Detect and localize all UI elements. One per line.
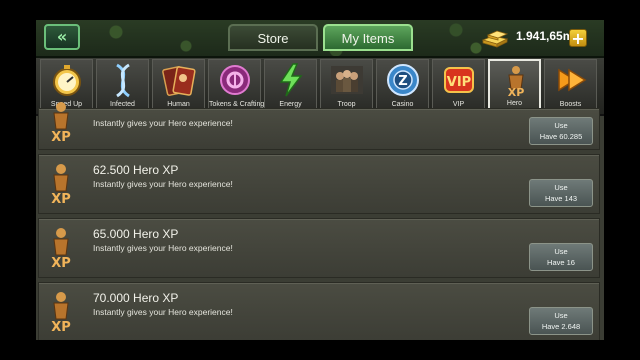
vip-icon: VIP	[444, 67, 474, 93]
item-description: Instantly gives your Hero experience!	[93, 307, 233, 317]
list-item: XP Instantly gives your Hero experience!…	[38, 102, 600, 150]
category-label: VIP	[452, 101, 465, 108]
gold-amount: 1.941,65m	[516, 29, 574, 43]
hero-xp-icon: XP	[51, 228, 71, 269]
use-label: Use	[554, 247, 568, 256]
svg-text:Z: Z	[398, 74, 407, 89]
have-count: Have 60.285	[539, 132, 583, 141]
hero-xp-icon: XP	[51, 102, 71, 143]
category-energy[interactable]: Energy	[264, 59, 317, 111]
use-label: Use	[554, 121, 568, 130]
category-vip[interactable]: VIP VIP	[432, 59, 485, 111]
token-icon	[220, 65, 250, 95]
category-label: Hero	[506, 100, 523, 107]
dna-icon	[116, 63, 130, 98]
category-troop[interactable]: Troop	[320, 59, 373, 111]
category-hero[interactable]: XP Hero	[488, 59, 541, 111]
use-label: Use	[554, 183, 568, 192]
svg-text:XP: XP	[51, 130, 71, 143]
category-label: Human	[167, 101, 190, 108]
game-screen: « Store My Items 1.941,65m + Speed Up In…	[36, 20, 604, 340]
hero-xp-icon: XP	[51, 292, 71, 333]
item-title: 65.000 Hero XP	[93, 227, 179, 241]
category-label: Energy	[279, 101, 302, 108]
cards-icon	[162, 66, 196, 96]
gold-bars-icon	[481, 30, 509, 48]
lightning-icon	[279, 63, 303, 97]
category-human[interactable]: Human	[152, 59, 205, 111]
category-label: Casino	[391, 101, 414, 108]
category-tokens-crafting[interactable]: Tokens & Crafting	[208, 59, 265, 111]
svg-text:XP: XP	[51, 192, 71, 205]
list-item: XP 70.000 Hero XP Instantly gives your H…	[38, 282, 600, 340]
item-description: Instantly gives your Hero experience!	[93, 243, 233, 253]
plus-icon: +	[571, 29, 585, 48]
category-infected[interactable]: Infected	[96, 59, 149, 111]
svg-text:XP: XP	[508, 86, 525, 99]
tab-store[interactable]: Store	[228, 24, 318, 51]
tab-my-items[interactable]: My Items	[323, 24, 413, 51]
casino-chip-icon: Z	[387, 64, 419, 96]
hero-xp-icon: XP	[508, 66, 525, 99]
item-title: 62.500 Hero XP	[93, 163, 179, 177]
have-count: Have 16	[547, 258, 575, 267]
item-list: XP Instantly gives your Hero experience!…	[36, 102, 604, 340]
list-item: XP 62.500 Hero XP Instantly gives your H…	[38, 154, 600, 214]
hero-xp-icon: XP	[51, 164, 71, 205]
back-button[interactable]: «	[44, 24, 80, 50]
svg-text:XP: XP	[51, 320, 71, 333]
stopwatch-icon	[53, 65, 81, 96]
use-button[interactable]: Use Have 143	[529, 179, 593, 207]
top-bar: « Store My Items 1.941,65m +	[36, 20, 604, 58]
category-label: Infected	[110, 101, 135, 108]
category-label: Troop	[337, 101, 356, 108]
have-count: Have 2.648	[541, 322, 581, 331]
svg-text:VIP: VIP	[447, 75, 471, 90]
use-button[interactable]: Use Have 2.648	[529, 307, 593, 335]
use-button[interactable]: Use Have 60.285	[529, 117, 593, 145]
use-label: Use	[554, 311, 568, 320]
category-label: Tokens & Crafting	[209, 101, 265, 108]
tab-my-items-label: My Items	[341, 31, 395, 46]
category-label: Boosts	[559, 101, 582, 108]
use-button[interactable]: Use Have 16	[529, 243, 593, 271]
list-item: XP 65.000 Hero XP Instantly gives your H…	[38, 218, 600, 278]
item-description: Instantly gives your Hero experience!	[93, 118, 233, 128]
troop-icon	[331, 66, 363, 94]
category-casino[interactable]: Z Casino	[376, 59, 429, 111]
double-chevron-left-icon: «	[56, 27, 68, 46]
category-boosts[interactable]: Boosts	[544, 59, 597, 111]
arrow-right-icon	[558, 68, 587, 92]
have-count: Have 143	[544, 194, 578, 203]
svg-text:XP: XP	[51, 256, 71, 269]
tab-store-label: Store	[257, 31, 289, 46]
item-title: 70.000 Hero XP	[93, 291, 179, 305]
add-gold-button[interactable]: +	[569, 29, 587, 47]
item-description: Instantly gives your Hero experience!	[93, 179, 233, 189]
gold-balance: 1.941,65m +	[480, 26, 590, 50]
